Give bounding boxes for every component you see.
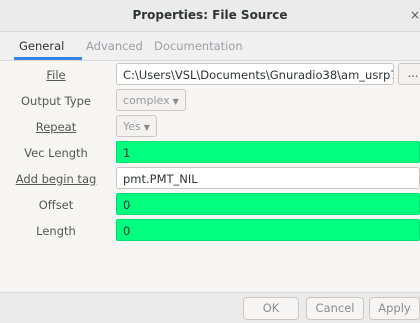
browse-button[interactable]: ... (398, 63, 420, 85)
active-tab-indicator (14, 57, 82, 60)
offset-label: Offset (38, 198, 74, 212)
add-begin-tag-label: Add begin tag (15, 172, 97, 186)
file-label: File (46, 68, 66, 82)
row-length: Length 0 (0, 218, 420, 244)
vec-length-label: Vec Length (24, 146, 88, 160)
file-input[interactable]: C:\Users\VSL\Documents\Gnuradio38\am_usr… (116, 63, 394, 85)
row-output-type: Output Type complex ▼ (0, 88, 420, 114)
apply-button[interactable]: Apply (369, 297, 420, 320)
offset-input[interactable]: 0 (116, 193, 420, 215)
row-add-begin-tag: Add begin tag pmt.PMT_NIL (0, 166, 420, 192)
repeat-select[interactable]: Yes ▼ (116, 115, 157, 137)
row-vec-length: Vec Length 1 (0, 140, 420, 166)
chevron-down-icon: ▼ (143, 123, 150, 132)
ok-button[interactable]: OK (243, 297, 299, 320)
cancel-button[interactable]: Cancel (306, 297, 364, 320)
length-input[interactable]: 0 (116, 219, 420, 241)
tab-general[interactable]: General (19, 32, 64, 60)
add-begin-tag-input[interactable]: pmt.PMT_NIL (116, 167, 420, 189)
row-offset: Offset 0 (0, 192, 420, 218)
close-icon[interactable]: × (410, 0, 420, 31)
row-file: File C:\Users\VSL\Documents\Gnuradio38\a… (0, 62, 420, 88)
dialog-footer: OK Cancel Apply (0, 292, 420, 323)
vec-length-input[interactable]: 1 (116, 141, 420, 163)
chevron-down-icon: ▼ (172, 97, 179, 106)
output-type-select[interactable]: complex ▼ (116, 89, 186, 111)
output-type-value: complex (123, 94, 170, 107)
tab-advanced[interactable]: Advanced (86, 32, 143, 60)
tab-documentation[interactable]: Documentation (154, 32, 243, 60)
row-repeat: Repeat Yes ▼ (0, 114, 420, 140)
output-type-label: Output Type (20, 94, 92, 108)
title-bar: Properties: File Source × (0, 0, 420, 32)
repeat-value: Yes (123, 120, 141, 133)
repeat-label: Repeat (35, 120, 77, 134)
window-title: Properties: File Source (132, 8, 288, 22)
length-label: Length (36, 224, 76, 238)
